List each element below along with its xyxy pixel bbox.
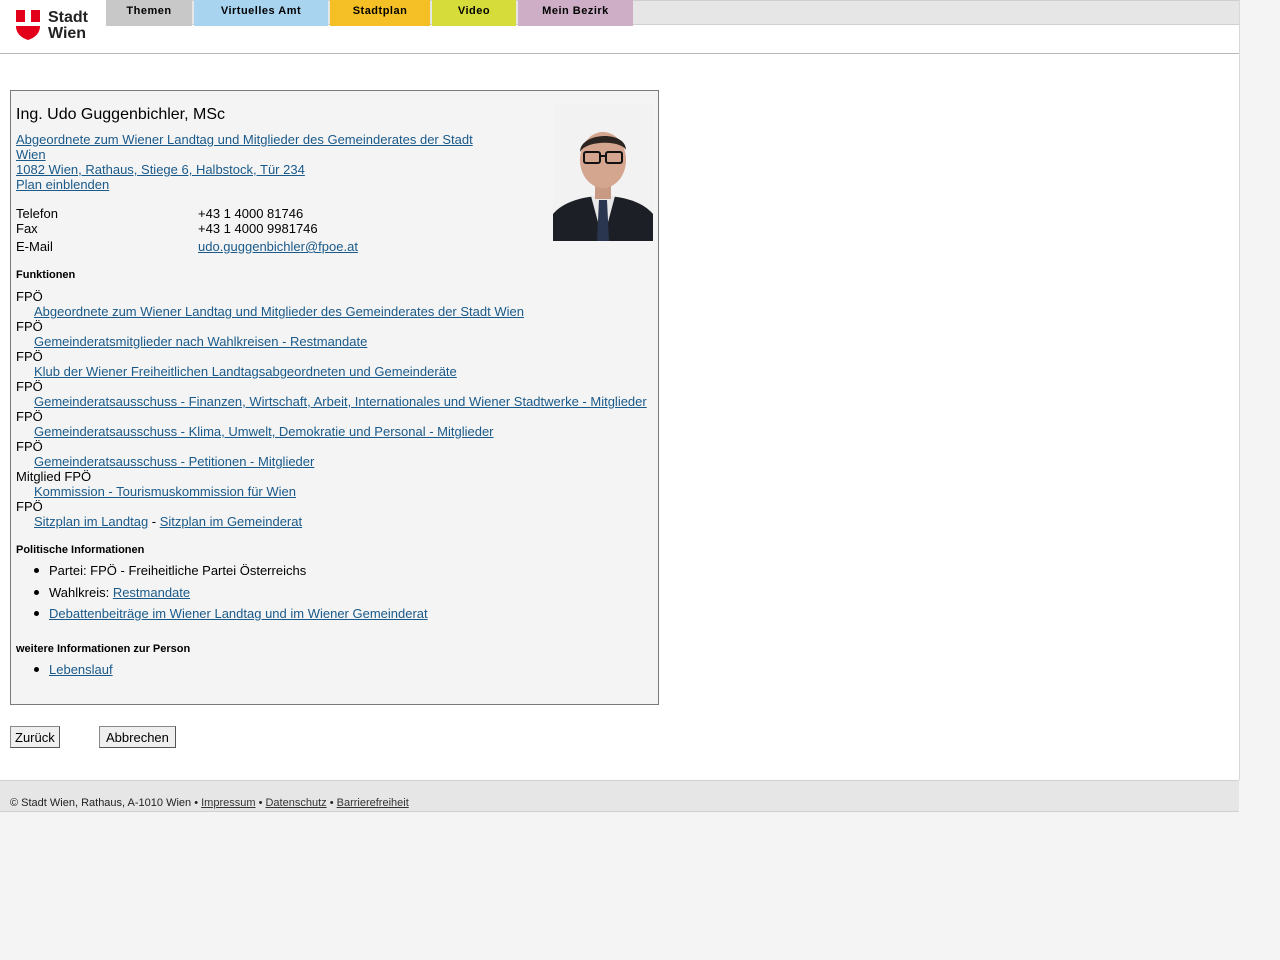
site-footer: © Stadt Wien, Rathaus, A-1010 Wien • Imp… [0,780,1239,812]
footer-separator: • [255,797,266,809]
bullet-icon [34,611,39,616]
function-party: FPÖ [16,379,43,394]
tab-virtuelles-amt[interactable]: Virtuelles Amt [194,0,328,26]
fax-value: +43 1 4000 9981746 [198,221,318,236]
seating-gemeinderat-link[interactable]: Sitzplan im Gemeinderat [160,514,302,529]
bullet-icon [34,667,39,672]
bullet-icon [34,568,39,573]
function-party: Mitglied FPÖ [16,469,92,484]
seating-landtag-link[interactable]: Sitzplan im Landtag [34,514,148,529]
fax-label: Fax [16,221,38,236]
functions-heading: Funktionen [16,269,76,281]
function-link[interactable]: Kommission - Tourismuskommission für Wie… [34,484,296,499]
footer-separator: • [326,797,337,809]
party-info: Partei: FPÖ - Freiheitliche Partei Öster… [49,563,307,578]
impressum-link[interactable]: Impressum [201,797,255,809]
debates-link[interactable]: Debattenbeiträge im Wiener Landtag und i… [49,606,428,621]
email-label: E-Mail [16,239,53,254]
wahlkreis-info: Wahlkreis: Restmandate [49,585,190,600]
function-party: FPÖ [16,289,43,304]
person-name: Ing. Udo Guggenbichler, MSc [16,106,226,123]
function-party: FPÖ [16,439,43,454]
wahlkreis-link[interactable]: Restmandate [113,585,190,600]
logo-line-2: Wien [48,25,87,42]
wien-shield-icon [16,10,40,40]
cancel-button[interactable]: Abbrechen [99,726,176,748]
function-party: FPÖ [16,409,43,424]
political-info-heading: Politische Informationen [16,544,145,556]
wahlkreis-label: Wahlkreis: [49,585,113,600]
function-link[interactable]: Klub der Wiener Freiheitlichen Landtagsa… [34,364,457,379]
footer-text: © Stadt Wien, Rathaus, A-1010 Wien • Imp… [10,797,409,809]
function-link[interactable]: Gemeinderatsausschuss - Klima, Umwelt, D… [34,424,494,439]
seating-separator: - [148,514,160,529]
more-info-heading: weitere Informationen zur Person [16,643,191,655]
email-link[interactable]: udo.guggenbichler@fpoe.at [198,239,358,254]
function-link[interactable]: Abgeordnete zum Wiener Landtag und Mitgl… [34,304,524,319]
seating-party: FPÖ [16,499,43,514]
seating-links: Sitzplan im Landtag - Sitzplan im Gemein… [34,514,302,529]
tab-video[interactable]: Video [432,0,516,26]
tab-themen[interactable]: Themen [106,0,192,26]
function-link[interactable]: Gemeinderatsausschuss - Finanzen, Wirtsc… [34,394,647,409]
tab-stadtplan[interactable]: Stadtplan [330,0,430,26]
logo-line-1: Stadt [48,9,88,26]
back-button[interactable]: Zurück [10,726,60,748]
phone-label: Telefon [16,206,58,221]
role-link-line-1[interactable]: Abgeordnete zum Wiener Landtag und Mitgl… [16,132,473,147]
tab-mein-bezirk[interactable]: Mein Bezirk [518,0,633,26]
phone-value: +43 1 4000 81746 [198,206,304,221]
person-photo [553,104,653,241]
function-link[interactable]: Gemeinderatsausschuss - Petitionen - Mit… [34,454,314,469]
stadt-wien-logo[interactable]: Stadt Wien [16,10,96,42]
function-party: FPÖ [16,319,43,334]
function-link[interactable]: Gemeinderatsmitglieder nach Wahlkreisen … [34,334,367,349]
site-header: Stadt Wien Themen Virtuelles Amt Stadtpl… [0,0,1239,54]
footer-copyright: © Stadt Wien, Rathaus, A-1010 Wien • [10,797,202,809]
barrierefreiheit-link[interactable]: Barrierefreiheit [337,797,409,809]
datenschutz-link[interactable]: Datenschutz [265,797,326,809]
function-party: FPÖ [16,349,43,364]
address-link[interactable]: 1082 Wien, Rathaus, Stiege 6, Halbstock,… [16,162,305,177]
show-map-link[interactable]: Plan einblenden [16,177,109,192]
role-link-line-2[interactable]: Wien [16,147,46,162]
bullet-icon [34,590,39,595]
person-details-panel: Ing. Udo Guggenbichler, MSc Abgeordnete … [10,90,659,705]
cv-link[interactable]: Lebenslauf [49,662,113,677]
logo-text: Stadt Wien [48,10,88,42]
